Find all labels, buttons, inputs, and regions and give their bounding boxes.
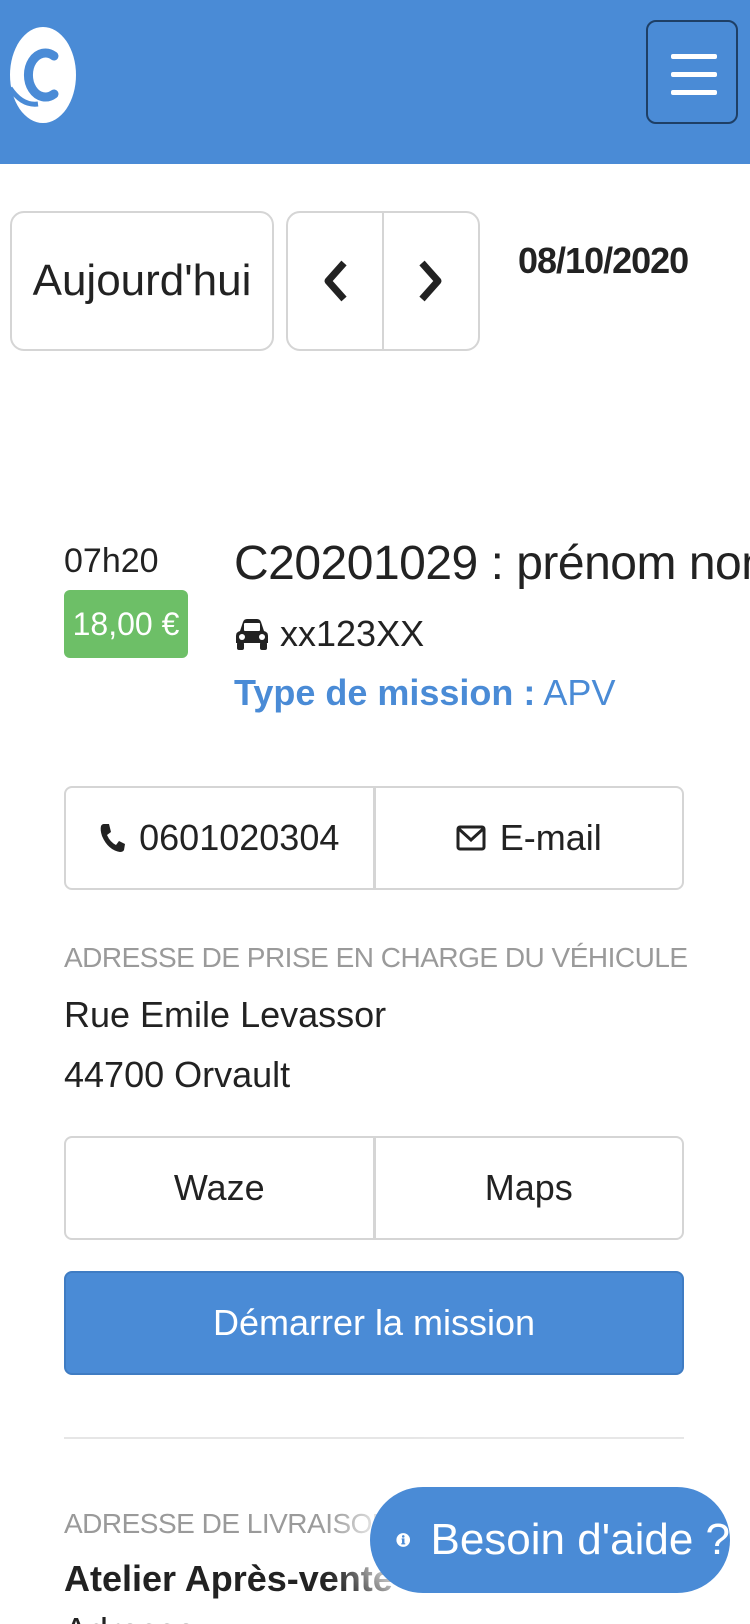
hamburger-icon — [671, 54, 717, 59]
help-label: Besoin d'aide ? — [430, 1515, 730, 1564]
car-icon — [236, 619, 268, 650]
info-circle-icon — [396, 1533, 411, 1547]
previous-day-button[interactable] — [288, 213, 384, 349]
phone-icon — [100, 824, 126, 852]
today-button[interactable]: Aujourd'hui — [10, 211, 274, 351]
vehicle-plate-row: xx123XX — [234, 612, 424, 656]
mission-type-value: APV — [543, 672, 616, 713]
delivery-subline: Adresse — [64, 1610, 196, 1624]
help-button[interactable]: Besoin d'aide ? — [370, 1487, 730, 1593]
contact-button-group: 0601020304 E-mail — [64, 786, 684, 890]
chevron-right-icon — [419, 260, 442, 302]
mission-type: Type de mission : APV — [234, 672, 615, 714]
current-date: 08/10/2020 — [518, 240, 689, 281]
divider — [64, 1437, 684, 1439]
pickup-city: 44700 Orvault — [64, 1054, 291, 1095]
phone-button[interactable]: 0601020304 — [66, 788, 376, 888]
delivery-name: Atelier Après-vente — [64, 1558, 393, 1599]
mission-time: 07h20 — [64, 542, 159, 580]
top-navbar — [0, 0, 750, 164]
chevron-left-icon — [324, 260, 347, 302]
pickup-section-label: ADRESSE DE PRISE EN CHARGE DU VÉHICULE — [64, 942, 688, 973]
vehicle-plate: xx123XX — [280, 613, 425, 654]
navigation-button-group: Waze Maps — [64, 1136, 684, 1240]
email-label: E-mail — [499, 817, 602, 858]
phone-number: 0601020304 — [139, 817, 340, 858]
price-badge: 18,00 € — [64, 590, 188, 658]
pickup-street: Rue Emile Levassor — [64, 994, 387, 1035]
maps-button[interactable]: Maps — [376, 1138, 683, 1238]
mission-type-label: Type de mission : — [234, 672, 536, 713]
mission-title[interactable]: C20201029 : prénom nom — [234, 536, 750, 591]
envelope-icon — [456, 825, 486, 851]
next-day-button[interactable] — [384, 213, 478, 349]
date-nav-group — [286, 211, 480, 351]
start-mission-button[interactable]: Démarrer la mission — [64, 1271, 684, 1375]
email-button[interactable]: E-mail — [376, 788, 683, 888]
waze-button[interactable]: Waze — [66, 1138, 376, 1238]
logo-c-icon[interactable] — [7, 24, 78, 126]
hamburger-menu-button[interactable] — [646, 20, 738, 124]
